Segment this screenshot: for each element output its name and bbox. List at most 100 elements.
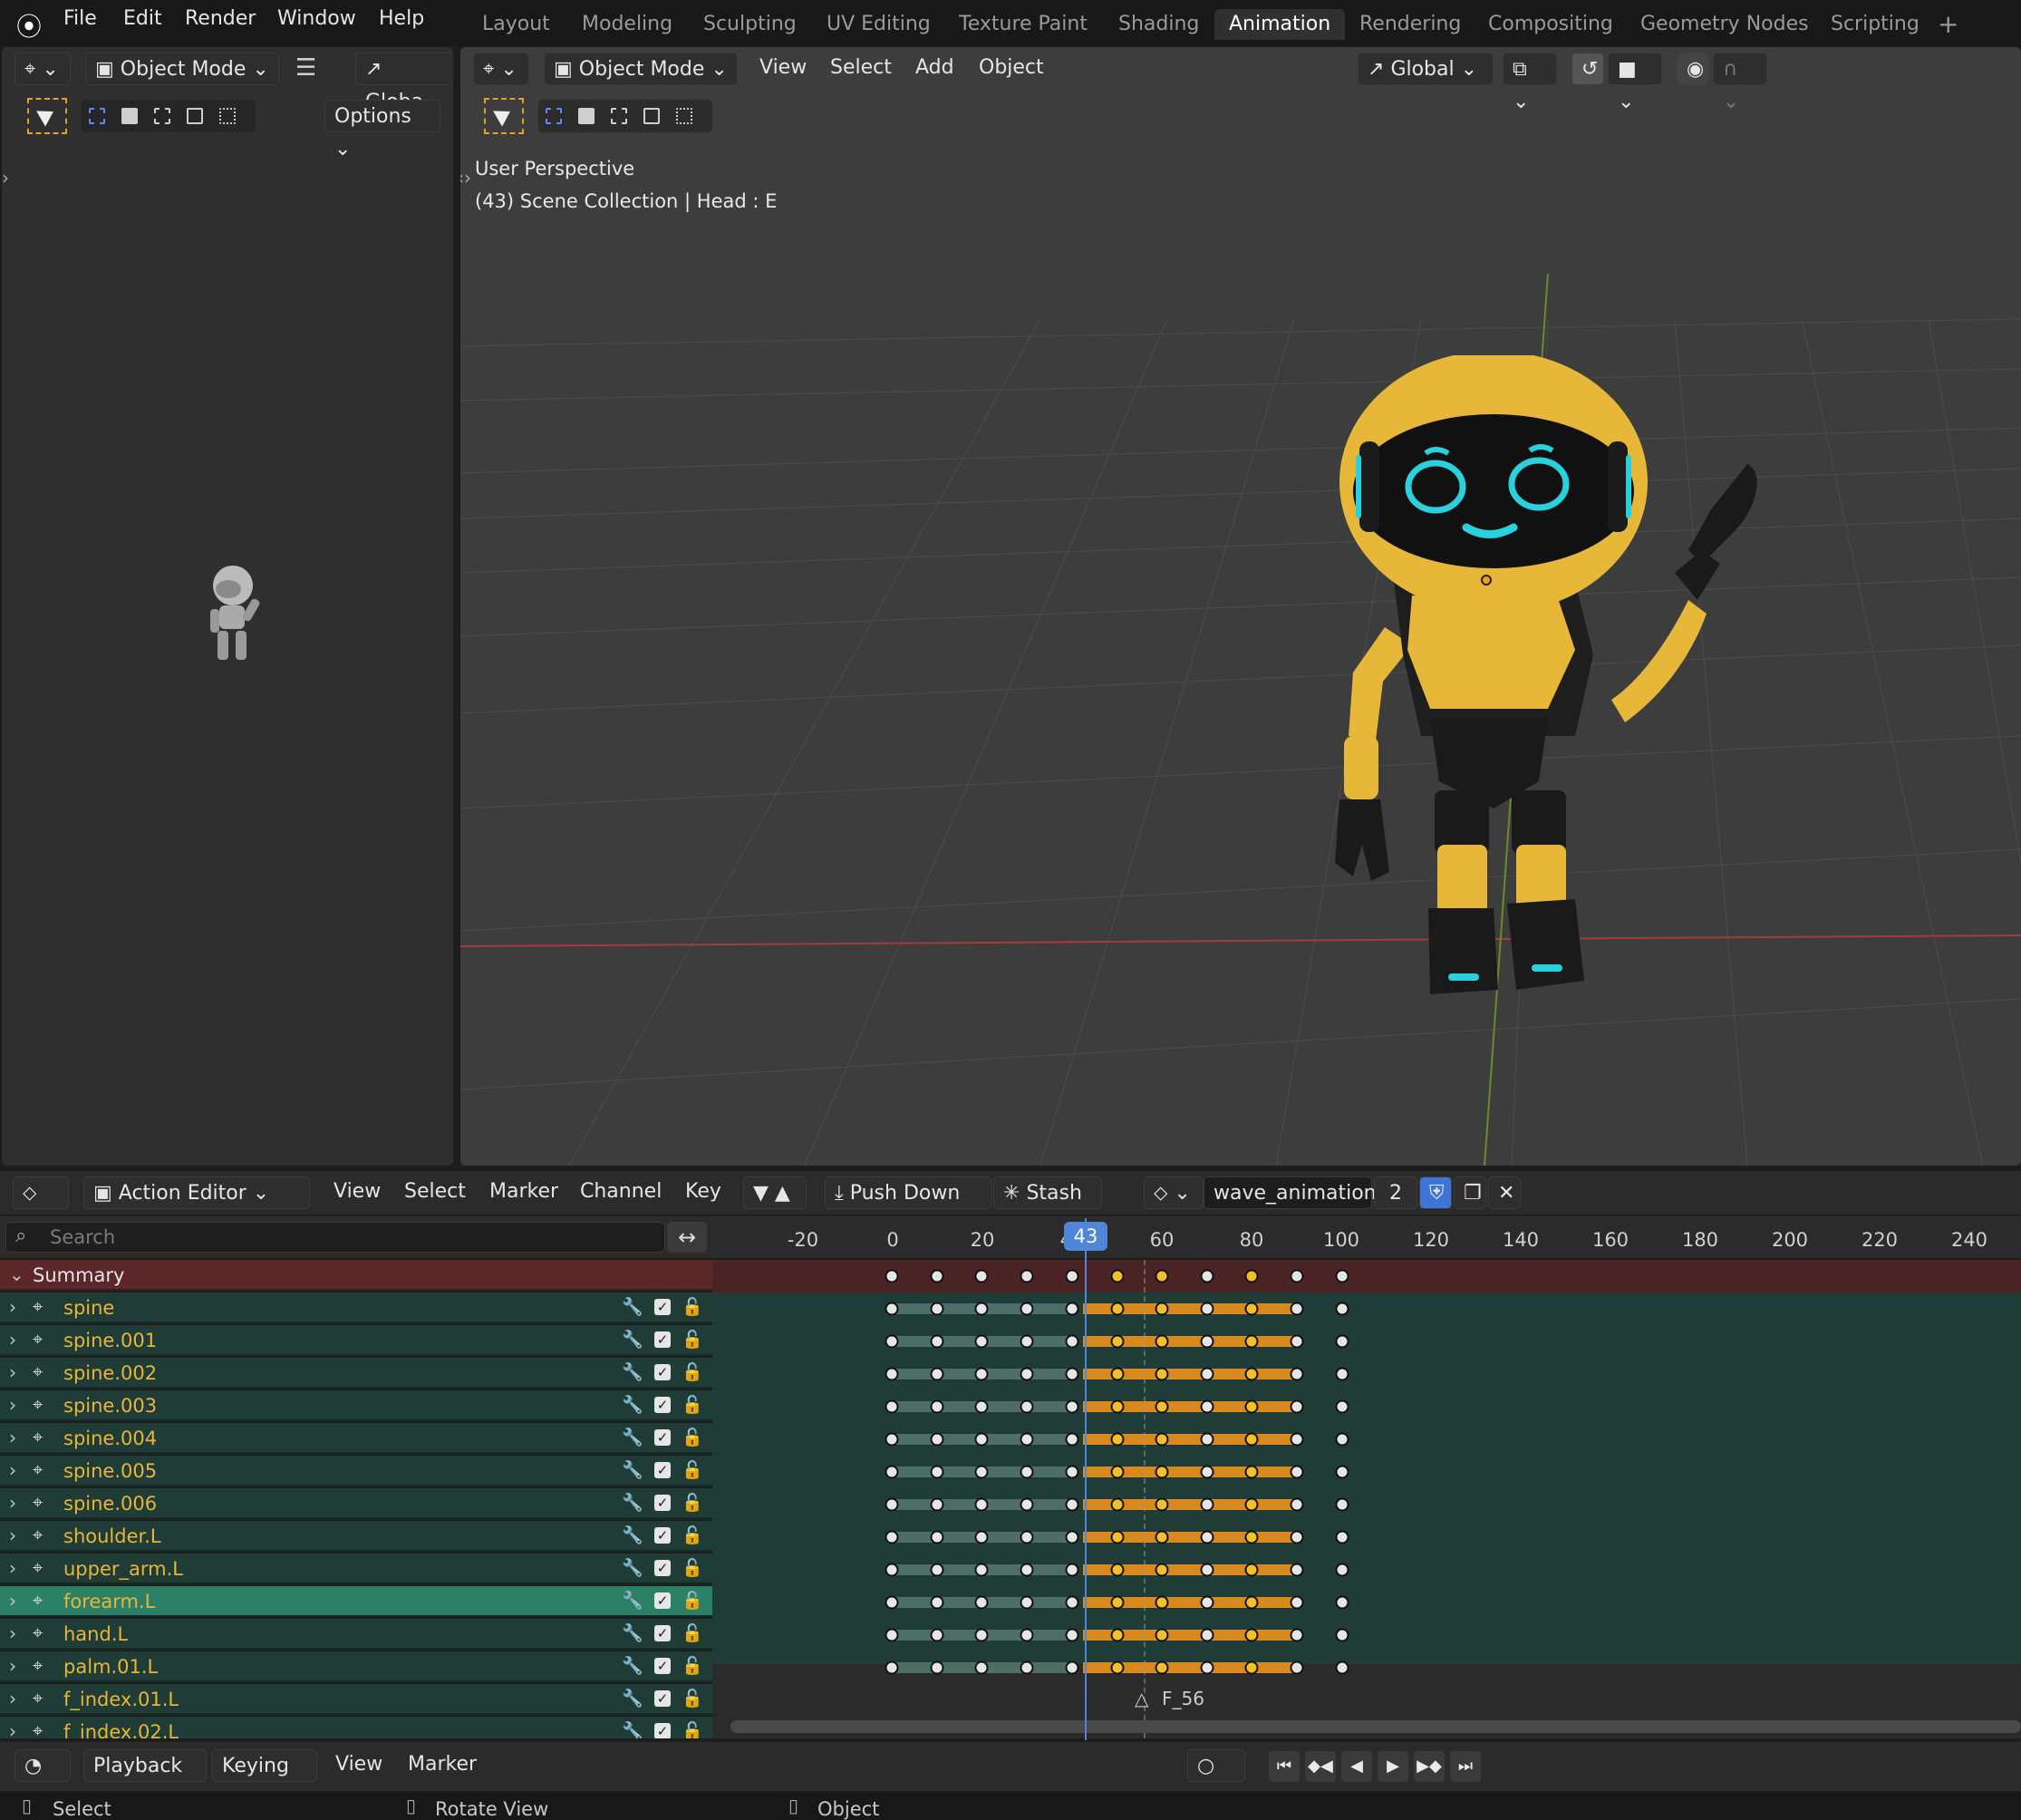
keyframe[interactable] — [1110, 1465, 1125, 1479]
keyframe[interactable] — [1335, 1595, 1349, 1610]
keyframe[interactable] — [974, 1563, 989, 1577]
keyframe[interactable] — [974, 1269, 989, 1283]
keyframe[interactable] — [1020, 1497, 1034, 1512]
keyframe[interactable] — [974, 1302, 989, 1316]
wrench-icon[interactable]: 🔧 — [622, 1394, 643, 1415]
keyframe[interactable] — [1020, 1432, 1034, 1447]
select-intersect-icon[interactable] — [676, 108, 692, 124]
keyframe[interactable] — [1110, 1628, 1125, 1642]
jump-to-previous-keyframe-icon[interactable]: ◆◀ — [1305, 1751, 1336, 1782]
select-intersect-icon[interactable] — [219, 108, 236, 124]
keyframe[interactable] — [930, 1432, 944, 1447]
keyframe[interactable] — [1290, 1302, 1304, 1316]
channel-checkbox[interactable]: ✓ — [654, 1495, 671, 1511]
keyframe[interactable] — [1244, 1497, 1259, 1512]
keyframe[interactable] — [930, 1465, 944, 1479]
keyframe[interactable] — [885, 1628, 899, 1642]
tab-compositing[interactable]: Compositing — [1474, 9, 1628, 40]
chevron-right-icon[interactable]: › — [9, 1492, 16, 1514]
channel-checkbox[interactable]: ✓ — [654, 1560, 671, 1576]
proportional-edit-toggle[interactable]: ◉ — [1677, 53, 1709, 85]
timeline-editor-type-button[interactable]: ◔ ⌄ — [15, 1749, 71, 1810]
keyframe[interactable] — [1290, 1269, 1304, 1283]
channel-checkbox[interactable]: ✓ — [654, 1429, 671, 1446]
keyframe[interactable] — [974, 1628, 989, 1642]
options-dropdown[interactable]: Options ⌄ — [324, 100, 440, 160]
chevron-right-icon[interactable]: › — [9, 1590, 16, 1612]
keyframe[interactable] — [1065, 1302, 1079, 1316]
channel-checkbox[interactable]: ✓ — [654, 1397, 671, 1413]
unlock-icon[interactable]: 🔓 — [682, 1688, 703, 1709]
keyframe[interactable] — [1020, 1530, 1034, 1544]
keyframe[interactable] — [1110, 1530, 1125, 1544]
keyframe[interactable] — [974, 1660, 989, 1675]
editor-type-button[interactable]: ⌖ ⌄ — [15, 53, 71, 85]
chevron-right-icon[interactable]: › — [9, 1557, 16, 1579]
keyframe[interactable] — [885, 1465, 899, 1479]
channel-checkbox[interactable]: ✓ — [654, 1592, 671, 1609]
keyframe[interactable] — [1155, 1530, 1169, 1544]
menu-file[interactable]: File — [63, 7, 97, 30]
channel-row[interactable]: › ⌖ hand.L 🔧 ✓ 🔓 — [0, 1619, 712, 1650]
keyframe[interactable] — [974, 1465, 989, 1479]
keyframe[interactable] — [1065, 1432, 1079, 1447]
keyframe[interactable] — [1155, 1334, 1169, 1349]
keyframe[interactable] — [1200, 1334, 1214, 1349]
play-reverse-icon[interactable]: ◀ — [1341, 1751, 1372, 1782]
keyframe[interactable] — [1020, 1302, 1034, 1316]
snap-target-dropdown[interactable]: ■ ⌄ — [1608, 53, 1662, 113]
keyframe[interactable] — [1155, 1399, 1169, 1414]
channel-row-summary[interactable]: ⌄ Summary — [0, 1260, 712, 1291]
main-viewport[interactable]: ⌖ ⌄ ▣ Object Mode ⌄ View Select Add Obje… — [460, 47, 2021, 1166]
keyframe[interactable] — [974, 1367, 989, 1381]
select-invert-icon[interactable] — [187, 108, 203, 124]
keyframe[interactable] — [1290, 1497, 1304, 1512]
keyframe[interactable] — [1290, 1660, 1304, 1675]
select-extend-icon[interactable] — [578, 108, 595, 124]
keyframe[interactable] — [1065, 1563, 1079, 1577]
keyframe[interactable] — [930, 1399, 944, 1414]
wrench-icon[interactable]: 🔧 — [622, 1655, 643, 1676]
fake-user-shield-icon[interactable]: ⛨ — [1419, 1176, 1452, 1209]
wrench-icon[interactable]: 🔧 — [622, 1590, 643, 1611]
keyframe[interactable] — [974, 1530, 989, 1544]
tab-layout[interactable]: Layout — [468, 9, 565, 40]
keyframe[interactable] — [1065, 1595, 1079, 1610]
chevron-down-icon[interactable]: ⌄ — [9, 1263, 24, 1285]
channel-row[interactable]: › ⌖ f_index.01.L 🔧 ✓ 🔓 — [0, 1684, 712, 1715]
jump-to-start-icon[interactable]: ⏮ — [1269, 1751, 1300, 1782]
playback-dropdown[interactable]: Playback ⌄ — [83, 1749, 207, 1810]
keyframe[interactable] — [1155, 1302, 1169, 1316]
channel-checkbox[interactable]: ✓ — [654, 1625, 671, 1641]
proportional-falloff-dropdown[interactable]: ∩ ⌄ — [1713, 53, 1767, 113]
keyframe[interactable] — [1020, 1465, 1034, 1479]
keyframe[interactable] — [1244, 1530, 1259, 1544]
unlock-icon[interactable]: 🔓 — [682, 1557, 703, 1578]
keyframe[interactable] — [1244, 1367, 1259, 1381]
keyframe[interactable] — [1335, 1465, 1349, 1479]
stash-button[interactable]: ✳ Stash — [993, 1176, 1102, 1209]
keyframe[interactable] — [1110, 1399, 1125, 1414]
channel-row[interactable]: › ⌖ spine.002 🔧 ✓ 🔓 — [0, 1358, 712, 1389]
keyframe[interactable] — [1200, 1269, 1214, 1283]
keyframe[interactable] — [930, 1367, 944, 1381]
select-subtract-icon[interactable] — [611, 108, 627, 124]
keyframe[interactable] — [1244, 1465, 1259, 1479]
wrench-icon[interactable]: 🔧 — [622, 1361, 643, 1382]
unlock-icon[interactable]: 🔓 — [682, 1459, 703, 1480]
keyframe[interactable] — [1290, 1399, 1304, 1414]
select-invert-icon[interactable] — [643, 108, 660, 124]
unlock-icon[interactable]: 🔓 — [682, 1622, 703, 1643]
wrench-icon[interactable]: 🔧 — [622, 1688, 643, 1709]
channel-row[interactable]: › ⌖ spine.001 🔧 ✓ 🔓 — [0, 1325, 712, 1356]
keyframe[interactable] — [1155, 1628, 1169, 1642]
wrench-icon[interactable]: 🔧 — [622, 1427, 643, 1447]
chevron-right-icon[interactable]: › — [9, 1329, 16, 1350]
keyframe[interactable] — [1335, 1399, 1349, 1414]
keyframe[interactable] — [1020, 1367, 1034, 1381]
keyframe[interactable] — [1290, 1334, 1304, 1349]
viewport-menu-select[interactable]: Select — [830, 56, 892, 79]
menu-help[interactable]: Help — [379, 7, 424, 30]
keyframe[interactable] — [1110, 1269, 1125, 1283]
keyframe-area[interactable]: △ F_56 — [712, 1260, 2021, 1738]
